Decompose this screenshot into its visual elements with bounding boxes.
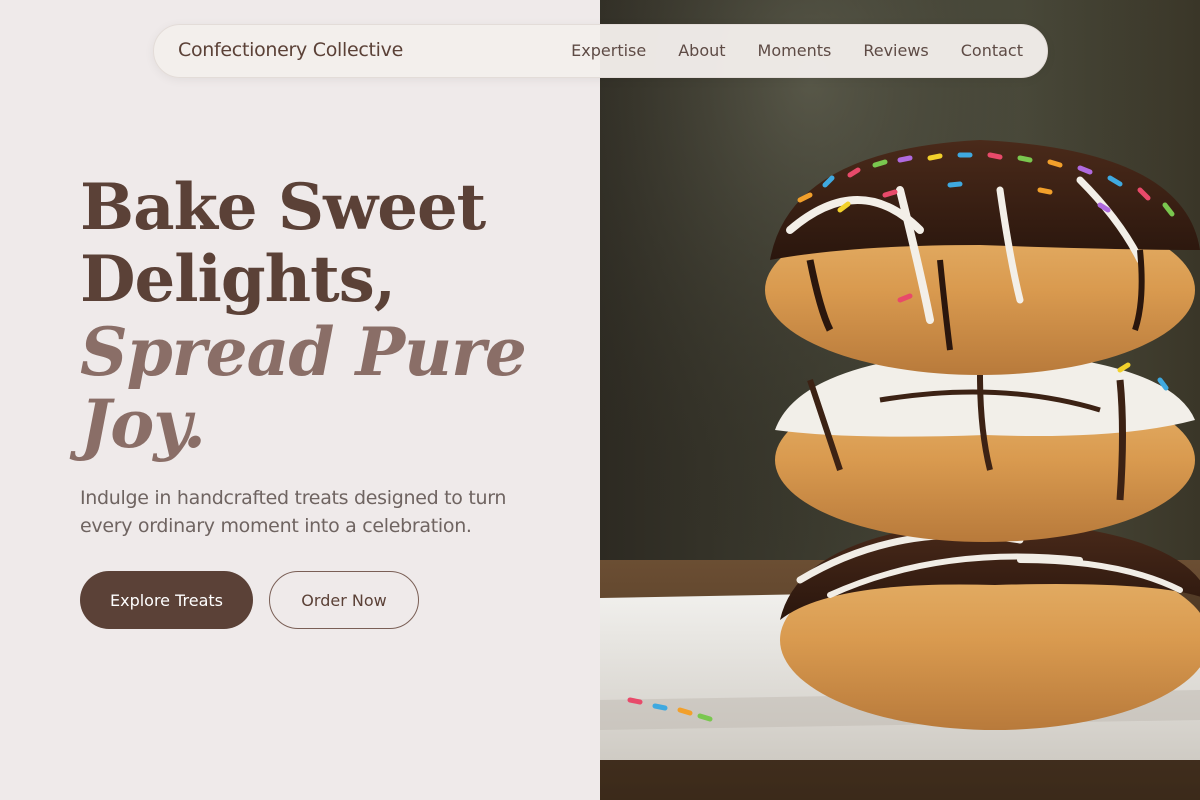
nav-link-contact[interactable]: Contact (961, 41, 1023, 60)
nav-link-reviews[interactable]: Reviews (863, 41, 928, 60)
order-now-button[interactable]: Order Now (269, 571, 419, 629)
headline-line-2: Delights, (80, 242, 396, 317)
brand-logo-text[interactable]: Confectionery Collective (178, 39, 403, 61)
top-navbar: Confectionery Collective Expertise About… (153, 24, 1048, 78)
donut-stack-photo (600, 0, 1200, 800)
nav-links: Expertise About Moments Reviews Contact (571, 41, 1023, 60)
headline-line-1: Bake Sweet (80, 170, 486, 245)
headline-accent-line-1: Spread Pure (80, 313, 527, 391)
donut-stack-illustration (600, 0, 1200, 800)
explore-treats-button[interactable]: Explore Treats (80, 571, 253, 629)
hero-subtitle: Indulge in handcrafted treats designed t… (80, 487, 507, 537)
nav-link-about[interactable]: About (678, 41, 725, 60)
headline-accent-line-2: Joy. (80, 385, 206, 463)
nav-link-expertise[interactable]: Expertise (571, 41, 646, 60)
nav-link-moments[interactable]: Moments (758, 41, 832, 60)
hero-headline: Bake Sweet Delights, Spread Pure Joy. (80, 170, 580, 463)
